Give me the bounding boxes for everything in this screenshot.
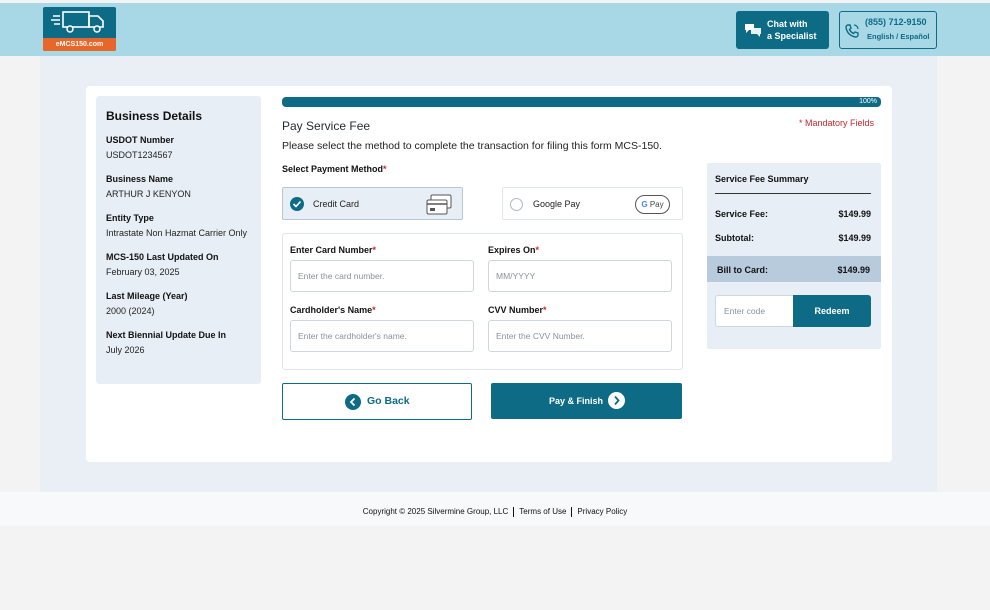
bill-to-card-row: Bill to Card: $149.99: [717, 265, 870, 275]
required-mark: *: [543, 305, 547, 315]
required-mark: *: [383, 164, 387, 174]
detail-value: July 2026: [106, 345, 145, 355]
footer-divider: [513, 506, 515, 517]
phone-languages: English / Español: [867, 32, 930, 41]
google-pay-label: Google Pay: [533, 199, 581, 209]
service-fee-amount: $149.99: [838, 209, 871, 219]
credit-cards-icon: [426, 194, 452, 215]
detail-label: Last Mileage (Year): [106, 291, 188, 301]
chat-bubbles-icon: [745, 24, 761, 37]
bill-to-card-label: Bill to Card:: [717, 265, 768, 275]
page-title: Pay Service Fee: [282, 119, 371, 133]
phone-number: (855) 712-9150: [865, 17, 927, 27]
phone-support-button[interactable]: (855) 712-9150 English / Español: [839, 11, 937, 49]
site-logo[interactable]: eMCS150.com: [43, 7, 116, 51]
card-number-input[interactable]: Enter the card number.: [290, 260, 474, 292]
detail-next-update: Next Biennial Update Due In July 2026: [106, 330, 251, 356]
site-header: eMCS150.com Chat with a Specialist (855)…: [0, 3, 990, 56]
expires-label: Expires On*: [488, 245, 539, 255]
detail-label: Next Biennial Update Due In: [106, 330, 227, 340]
business-details-panel: Business Details USDOT Number USDOT12345…: [96, 96, 261, 384]
privacy-link[interactable]: Privacy Policy: [577, 507, 627, 516]
subtotal-row: Subtotal: $149.99: [715, 233, 871, 243]
business-details-title: Business Details: [106, 109, 203, 123]
truck-icon: [51, 11, 104, 33]
check-circle-icon: [290, 197, 304, 211]
detail-label: Business Name: [106, 174, 174, 184]
detail-last-mileage: Last Mileage (Year) 2000 (2024): [106, 291, 251, 317]
subtotal-label: Subtotal:: [715, 233, 754, 243]
go-back-label: Go Back: [367, 395, 410, 407]
progress-bar: 100%: [282, 97, 881, 107]
google-g-icon: G: [641, 200, 648, 209]
detail-entity-type: Entity Type Intrastate Non Hazmat Carrie…: [106, 213, 251, 239]
logo-text: eMCS150.com: [43, 38, 116, 51]
detail-value: 2000 (2024): [106, 306, 155, 316]
footer-divider: [571, 506, 573, 517]
service-fee-label: Service Fee:: [715, 209, 769, 219]
chat-specialist-button[interactable]: Chat with a Specialist: [736, 11, 829, 49]
detail-label: USDOT Number: [106, 135, 175, 145]
progress-label: 100%: [859, 98, 877, 105]
expires-input[interactable]: MM/YYYY: [488, 260, 672, 292]
radio-unchecked-icon: [510, 198, 523, 211]
card-number-label-text: Enter Card Number: [290, 245, 373, 255]
chevron-left-icon: [345, 394, 361, 410]
card-number-label: Enter Card Number*: [290, 245, 376, 255]
detail-label: Entity Type: [106, 213, 154, 223]
google-pay-badge: G Pay: [635, 195, 670, 214]
detail-last-updated: MCS-150 Last Updated On February 03, 202…: [106, 252, 251, 278]
site-footer: Copyright © 2025 Silvermine Group, LLC Te…: [0, 492, 990, 526]
payment-method-label: Select Payment Method*: [282, 164, 387, 174]
expires-label-text: Expires On: [488, 245, 536, 255]
service-fee-summary: Service Fee Summary Service Fee: $149.99…: [707, 163, 881, 349]
subtotal-amount: $149.99: [838, 233, 871, 243]
chat-line1: Chat with: [767, 19, 808, 29]
required-mark: *: [372, 245, 377, 255]
promo-code-input[interactable]: Enter code: [715, 295, 793, 327]
chat-line2: a Specialist: [767, 31, 817, 41]
service-fee-row: Service Fee: $149.99: [715, 209, 871, 219]
detail-usdot: USDOT Number USDOT1234567: [106, 135, 251, 161]
detail-business-name: Business Name ARTHUR J KENYON: [106, 174, 251, 200]
bill-to-card-amount: $149.99: [837, 265, 870, 275]
summary-title: Service Fee Summary: [715, 174, 809, 184]
summary-divider: [715, 193, 871, 194]
detail-value: Intrastate Non Hazmat Carrier Only: [106, 228, 248, 238]
phone-icon: [845, 24, 859, 38]
payment-method-label-text: Select Payment Method: [282, 164, 384, 174]
mandatory-note: * Mandatory Fields: [799, 118, 875, 128]
go-back-button[interactable]: Go Back: [282, 383, 472, 420]
chevron-right-icon: [608, 392, 625, 409]
detail-value: ARTHUR J KENYON: [106, 189, 191, 199]
google-pay-badge-text: Pay: [649, 200, 664, 209]
cardholder-label-text: Cardholder's Name: [290, 305, 373, 315]
cvv-label: CVV Number*: [488, 305, 547, 315]
copyright-text: Copyright © 2025 Silvermine Group, LLC: [362, 507, 509, 516]
required-mark: *: [372, 305, 376, 315]
detail-value: February 03, 2025: [106, 267, 180, 277]
cardholder-label: Cardholder's Name*: [290, 305, 376, 315]
redeem-button[interactable]: Redeem: [793, 295, 871, 327]
credit-card-option[interactable]: Credit Card: [282, 187, 463, 220]
terms-link[interactable]: Terms of Use: [519, 507, 566, 516]
pay-finish-label: Pay & Finish: [549, 396, 604, 406]
google-pay-option[interactable]: Google Pay G Pay: [502, 187, 683, 220]
page-subtitle: Please select the method to complete the…: [282, 140, 662, 152]
credit-card-label: Credit Card: [313, 199, 360, 209]
cardholder-input[interactable]: Enter the cardholder's name.: [290, 320, 474, 352]
detail-value: USDOT1234567: [106, 150, 173, 160]
required-mark: *: [535, 245, 540, 255]
bill-to-card-bar: Bill to Card: $149.99: [707, 256, 881, 282]
cvv-label-text: CVV Number: [488, 305, 544, 315]
pay-finish-button[interactable]: Pay & Finish: [491, 383, 682, 419]
cvv-input[interactable]: Enter the CVV Number.: [488, 320, 672, 352]
detail-label: MCS-150 Last Updated On: [106, 252, 219, 262]
